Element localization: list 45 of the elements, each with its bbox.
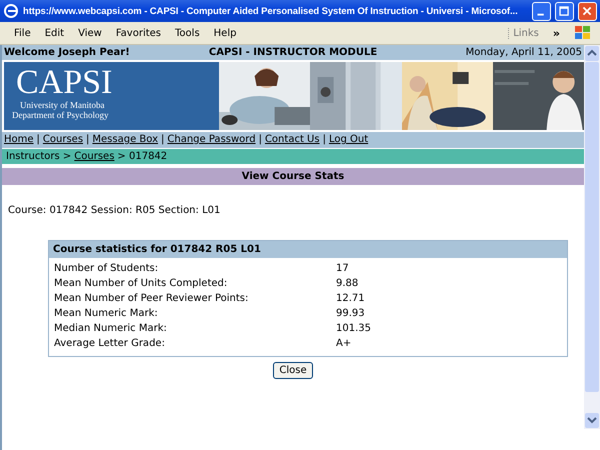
module-title: CAPSI - INSTRUCTOR MODULE: [208, 47, 378, 58]
chevron-icon[interactable]: »: [552, 26, 560, 40]
logo-text: CAPSI: [15, 66, 112, 100]
stat-label: Median Numeric Mark:: [54, 322, 168, 336]
menu-item[interactable]: Favorites: [116, 28, 162, 38]
nav-link[interactable]: Contact Us: [264, 134, 320, 145]
stat-label: Mean Number of Peer Reviewer Points:: [54, 292, 250, 306]
welcome-text: Welcome Joseph Pear!: [4, 47, 131, 58]
close-button[interactable]: Close: [273, 362, 313, 379]
menu-item[interactable]: Tools: [175, 28, 200, 38]
menu-item[interactable]: Edit: [44, 28, 64, 38]
breadcrumb-text: Instructors >: [6, 151, 72, 162]
separator: |: [86, 134, 90, 145]
stat-value: 9.88: [336, 277, 360, 291]
stat-value: 101.35: [336, 322, 372, 336]
department-text: Department of Psychology: [12, 110, 108, 120]
separator: |: [322, 134, 326, 145]
breadcrumb-text: > 017842: [117, 151, 168, 162]
links-label[interactable]: Links: [508, 28, 539, 38]
stat-value: 17: [336, 262, 350, 276]
stat-label: Average Letter Grade:: [54, 337, 166, 351]
university-text: University of Manitoba: [19, 100, 104, 110]
window-title: https://www.webcapsi.com - CAPSI - Computer Aided Personalised System Of Instruction - Universi - Microsof...: [23, 6, 519, 16]
stat-value: 12.71: [336, 292, 366, 306]
breadcrumb-link[interactable]: Courses: [74, 151, 114, 162]
separator: |: [161, 134, 164, 145]
stats-title: Course statistics for 017842 R05 L01: [49, 241, 567, 258]
menu-item[interactable]: View: [78, 28, 102, 38]
separator: |: [36, 134, 40, 145]
separator: |: [258, 134, 262, 145]
nav-link[interactable]: Courses: [42, 134, 84, 145]
stat-value: A+: [336, 337, 352, 351]
date-text: Monday, April 11, 2005: [464, 47, 582, 58]
course-info: Course: 017842 Session: R05 Section: L01: [7, 204, 222, 216]
stat-label: Mean Numeric Mark:: [54, 307, 159, 321]
menu-item[interactable]: File: [14, 28, 31, 38]
stat-value: 99.93: [336, 307, 366, 321]
stat-label: Number of Students:: [54, 262, 160, 276]
menu-item[interactable]: Help: [214, 28, 236, 38]
section-title: View Course Stats: [2, 168, 584, 185]
nav-link[interactable]: Home: [4, 134, 34, 145]
nav-link[interactable]: Log Out: [328, 134, 368, 145]
nav-link[interactable]: Change Password: [167, 134, 256, 145]
nav-link[interactable]: Message Box: [92, 134, 158, 145]
stat-label: Mean Number of Units Completed:: [54, 277, 228, 291]
